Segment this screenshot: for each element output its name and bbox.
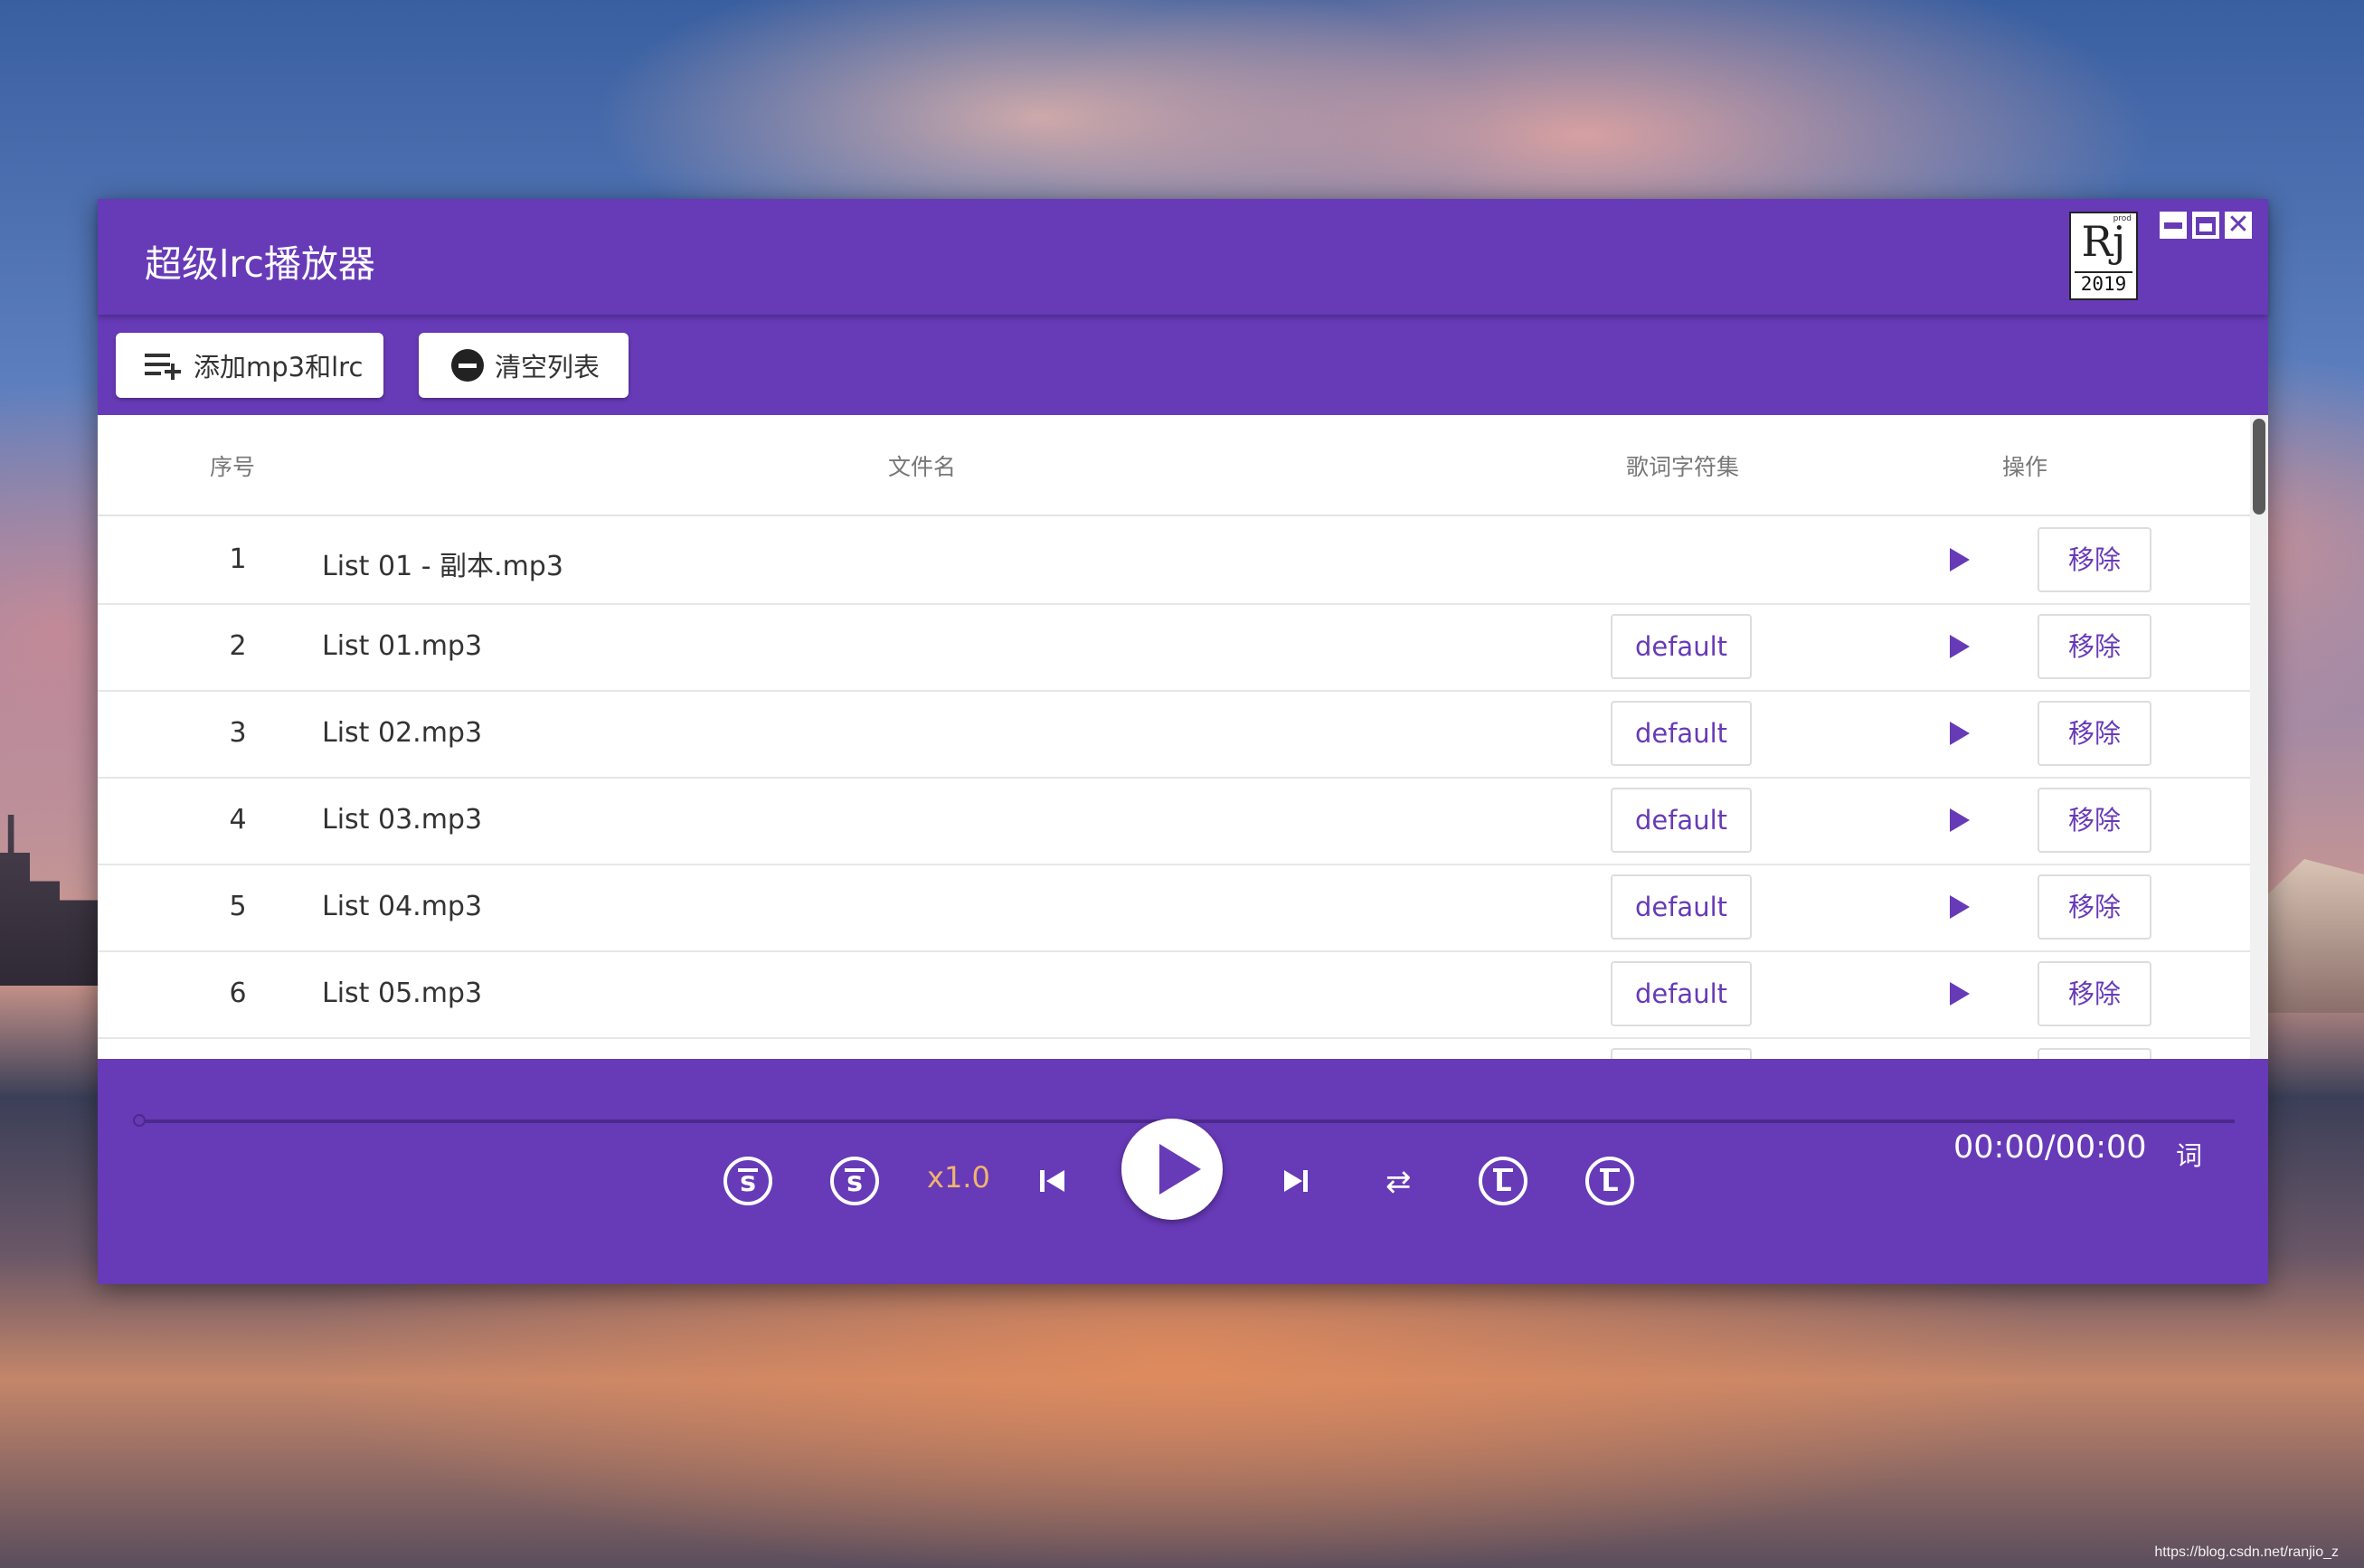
lyric-forward-icon[interactable]: L bbox=[1585, 1157, 1634, 1205]
table-header: 序号 文件名 歌词字符集 操作 bbox=[98, 415, 2250, 516]
row-filename: List 03.mp3 bbox=[322, 804, 483, 836]
app-window: 超级lrc播放器 prod Rj 2019 ✕ 添加mp3和lrc 清空列表 序… bbox=[98, 199, 2268, 1284]
header-charset: 歌词字符集 bbox=[1626, 454, 1740, 480]
remove-button[interactable]: 移除 bbox=[2038, 614, 2151, 679]
player-bar: s s x1.0 ⇄ L L 00:00/00:00 词 bbox=[98, 1059, 2268, 1284]
play-icon[interactable] bbox=[1950, 635, 1970, 658]
play-icon[interactable] bbox=[1950, 895, 1970, 919]
remove-button[interactable]: 移除 bbox=[2038, 874, 2151, 940]
rj-logo: prod Rj 2019 bbox=[2069, 212, 2138, 300]
row-index: 2 bbox=[229, 630, 247, 662]
scrollbar[interactable] bbox=[2250, 415, 2268, 1059]
add-mp3-lrc-button[interactable]: 添加mp3和lrc bbox=[116, 333, 383, 398]
remove-button[interactable]: 移除 bbox=[2038, 701, 2151, 766]
charset-button[interactable]: default bbox=[1611, 788, 1752, 853]
table-row[interactable]: 3 List 02.mp3 default 移除 bbox=[98, 690, 2250, 779]
forward-s-glyph: s bbox=[846, 1167, 863, 1198]
remove-circle-icon bbox=[451, 349, 484, 382]
add-button-label: 添加mp3和lrc bbox=[194, 352, 364, 383]
play-icon[interactable] bbox=[1950, 548, 1970, 571]
watermark: https://blog.csdn.net/ranjio_z bbox=[2154, 1544, 2339, 1560]
play-button[interactable] bbox=[1121, 1119, 1223, 1220]
app-title: 超级lrc播放器 bbox=[145, 242, 375, 286]
background-building bbox=[2265, 859, 2364, 1013]
header-filename: 文件名 bbox=[888, 454, 957, 480]
table-row-partial[interactable] bbox=[98, 1037, 2250, 1059]
rewind-s-glyph: s bbox=[740, 1167, 756, 1198]
lyric-back-icon[interactable]: L bbox=[1479, 1157, 1527, 1205]
row-index: 1 bbox=[229, 543, 247, 575]
play-icon[interactable] bbox=[1950, 808, 1970, 832]
row-index: 5 bbox=[229, 891, 247, 922]
remove-button[interactable] bbox=[2038, 1048, 2151, 1059]
prev-icon[interactable] bbox=[1040, 1168, 1065, 1194]
toolbar: 添加mp3和lrc 清空列表 bbox=[98, 315, 2268, 415]
remove-button[interactable]: 移除 bbox=[2038, 961, 2151, 1026]
row-index: 3 bbox=[229, 717, 247, 749]
clear-list-button[interactable]: 清空列表 bbox=[419, 333, 629, 398]
lyrics-button[interactable]: 词 bbox=[2176, 1135, 2202, 1173]
close-button[interactable]: ✕ bbox=[2225, 212, 2252, 239]
table-row[interactable]: 2 List 01.mp3 default 移除 bbox=[98, 603, 2250, 692]
charset-button[interactable]: default bbox=[1611, 961, 1752, 1026]
remove-button[interactable]: 移除 bbox=[2038, 788, 2151, 853]
logo-year: 2019 bbox=[2075, 271, 2132, 295]
header-index: 序号 bbox=[210, 454, 256, 480]
table-row[interactable]: 6 List 05.mp3 default 移除 bbox=[98, 950, 2250, 1039]
lyric-forward-glyph: L bbox=[1601, 1167, 1619, 1198]
row-index: 6 bbox=[229, 978, 247, 1009]
repeat-icon[interactable]: ⇄ bbox=[1385, 1164, 1412, 1200]
rewind-s-icon[interactable]: s bbox=[723, 1157, 772, 1205]
progress-knob[interactable] bbox=[133, 1114, 146, 1127]
minimize-button[interactable] bbox=[2160, 212, 2187, 239]
charset-button[interactable]: default bbox=[1611, 614, 1752, 679]
row-filename: List 01 - 副本.mp3 bbox=[322, 551, 563, 582]
charset-button[interactable]: default bbox=[1611, 701, 1752, 766]
background-castle bbox=[0, 815, 99, 986]
play-icon[interactable] bbox=[1950, 982, 1970, 1006]
clear-button-label: 清空列表 bbox=[495, 352, 600, 383]
charset-button[interactable] bbox=[1611, 1048, 1752, 1059]
speed-toggle[interactable]: x1.0 bbox=[927, 1160, 990, 1195]
logo-mark: Rj bbox=[2081, 217, 2126, 266]
charset-button[interactable]: default bbox=[1611, 874, 1752, 940]
row-filename: List 01.mp3 bbox=[322, 630, 483, 662]
row-filename: List 05.mp3 bbox=[322, 978, 483, 1009]
maximize-button[interactable] bbox=[2192, 212, 2219, 239]
play-icon[interactable] bbox=[1950, 722, 1970, 745]
forward-s-icon[interactable]: s bbox=[830, 1157, 879, 1205]
table-row[interactable]: 4 List 03.mp3 default 移除 bbox=[98, 777, 2250, 865]
table-row[interactable]: 1 List 01 - 副本.mp3 移除 bbox=[98, 516, 2250, 605]
header-actions: 操作 bbox=[2002, 454, 2048, 480]
playlist-table: 序号 文件名 歌词字符集 操作 1 List 01 - 副本.mp3 移除 2 … bbox=[98, 415, 2268, 1059]
scrollbar-thumb[interactable] bbox=[2253, 419, 2265, 515]
remove-button[interactable]: 移除 bbox=[2038, 527, 2151, 592]
lyric-back-glyph: L bbox=[1494, 1167, 1512, 1198]
playlist-add-icon bbox=[145, 350, 183, 381]
time-display: 00:00/00:00 bbox=[1953, 1129, 2147, 1166]
row-filename: List 02.mp3 bbox=[322, 717, 483, 749]
row-index: 4 bbox=[229, 804, 247, 836]
table-row[interactable]: 5 List 04.mp3 default 移除 bbox=[98, 864, 2250, 952]
row-filename: List 04.mp3 bbox=[322, 891, 483, 922]
next-icon[interactable] bbox=[1282, 1168, 1308, 1194]
title-bar[interactable]: 超级lrc播放器 prod Rj 2019 ✕ bbox=[98, 199, 2268, 315]
